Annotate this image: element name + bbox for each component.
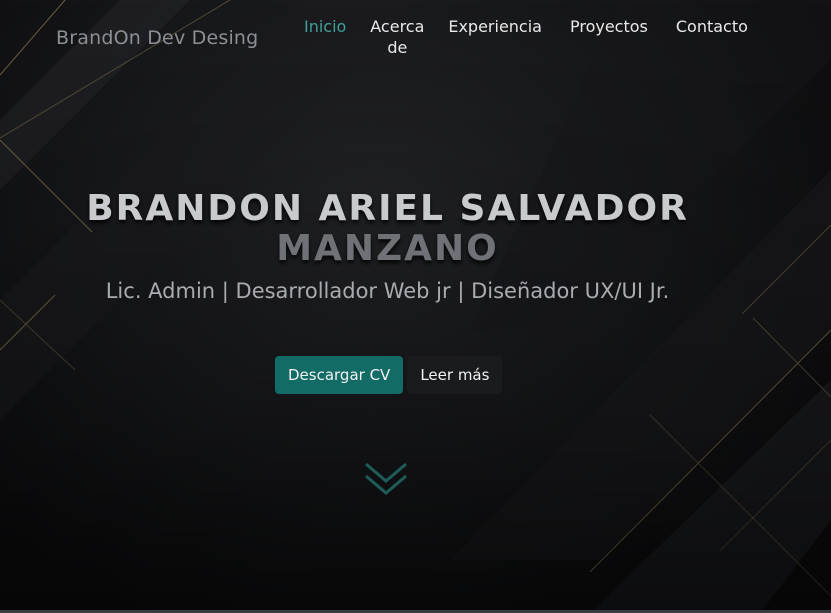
nav-item-experiencia[interactable]: Experiencia bbox=[434, 16, 556, 37]
double-chevron-down-icon[interactable] bbox=[364, 461, 408, 499]
read-more-button[interactable]: Leer más bbox=[407, 356, 503, 394]
nav-item-contacto[interactable]: Contacto bbox=[662, 16, 762, 37]
main-nav: Inicio Acerca de Experiencia Proyectos C… bbox=[290, 16, 762, 58]
brand-logo-text[interactable]: BrandOn Dev Desing bbox=[56, 27, 258, 49]
background-decoration bbox=[0, 0, 831, 613]
hero-name-heading: BRANDON ARIEL SALVADOR MANZANO bbox=[0, 189, 775, 269]
hero-section: BrandOn Dev Desing Inicio Acerca de Expe… bbox=[0, 0, 831, 613]
hero-subtitle: Lic. Admin | Desarrollador Web jr | Dise… bbox=[105, 279, 670, 303]
nav-item-inicio[interactable]: Inicio bbox=[290, 16, 360, 37]
nav-item-acerca-de[interactable]: Acerca de bbox=[360, 16, 434, 58]
hero-name-line1: BRANDON ARIEL SALVADOR bbox=[86, 188, 689, 229]
download-cv-button[interactable]: Descargar CV bbox=[275, 356, 404, 394]
hero-actions: Descargar CV Leer más bbox=[275, 356, 503, 394]
hero-name-line2: MANZANO bbox=[276, 228, 499, 269]
nav-item-proyectos[interactable]: Proyectos bbox=[556, 16, 662, 37]
